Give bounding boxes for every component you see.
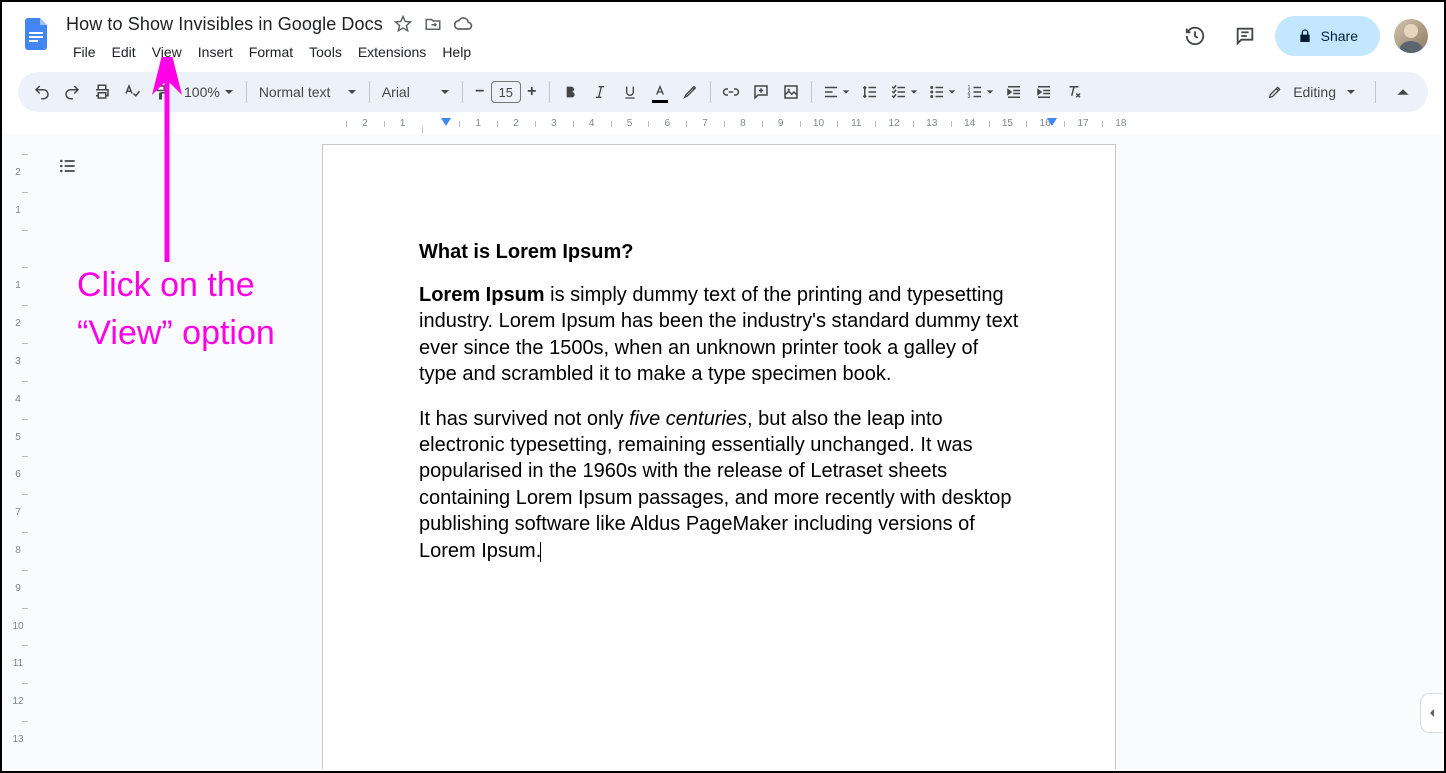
insert-link-button[interactable] [717, 78, 745, 106]
font-size-control: − + [469, 80, 543, 104]
comments-icon[interactable] [1225, 16, 1265, 56]
cloud-status-icon[interactable] [453, 14, 473, 34]
text-cursor [540, 542, 541, 562]
add-comment-button[interactable] [747, 78, 775, 106]
increase-font-size-button[interactable]: + [521, 80, 543, 104]
print-button[interactable] [88, 78, 116, 106]
align-button[interactable] [818, 78, 854, 106]
title-area: How to Show Invisibles in Google Docs Fi… [66, 10, 1163, 64]
numbered-list-button[interactable]: 123 [962, 78, 998, 106]
lock-icon [1297, 28, 1313, 44]
ruler-first-line-indent[interactable] [441, 118, 451, 126]
separator [710, 81, 711, 103]
increase-indent-button[interactable] [1030, 78, 1058, 106]
underline-button[interactable] [616, 78, 644, 106]
side-panel-toggle[interactable] [1420, 693, 1442, 733]
separator [369, 81, 370, 103]
docs-logo[interactable] [18, 10, 54, 58]
separator [549, 81, 550, 103]
header-right: Share [1175, 10, 1428, 56]
document-page[interactable]: What is Lorem Ipsum? Lorem Ipsum is simp… [322, 144, 1116, 769]
checklist-button[interactable] [886, 78, 922, 106]
menu-extensions[interactable]: Extensions [351, 40, 433, 64]
horizontal-ruler[interactable]: 21123456789101112131415161718 [32, 118, 1444, 134]
font-dropdown[interactable]: Arial [376, 78, 456, 106]
separator [246, 81, 247, 103]
bulleted-list-button[interactable] [924, 78, 960, 106]
line-spacing-button[interactable] [856, 78, 884, 106]
menu-file[interactable]: File [66, 40, 103, 64]
share-button[interactable]: Share [1275, 16, 1380, 56]
share-label: Share [1321, 28, 1358, 44]
content-paragraph-2: It has survived not only five centuries,… [419, 406, 1019, 564]
history-icon[interactable] [1175, 16, 1215, 56]
menu-format[interactable]: Format [242, 40, 300, 64]
clear-formatting-button[interactable] [1060, 78, 1088, 106]
pencil-icon [1267, 84, 1283, 100]
editing-mode-dropdown[interactable]: Editing [1252, 76, 1369, 108]
paint-format-button[interactable] [148, 78, 176, 106]
collapse-toolbar-button[interactable] [1388, 77, 1418, 107]
menu-insert[interactable]: Insert [191, 40, 240, 64]
menu-view[interactable]: View [145, 40, 189, 64]
menu-edit[interactable]: Edit [105, 40, 143, 64]
text-color-button[interactable] [646, 78, 674, 106]
separator [811, 81, 812, 103]
document-canvas[interactable]: What is Lorem Ipsum? Lorem Ipsum is simp… [32, 134, 1442, 769]
undo-button[interactable] [28, 78, 56, 106]
toolbar-container: 100% Normal text Arial − + 123 Editi [2, 64, 1444, 112]
svg-text:3: 3 [967, 94, 970, 100]
italic-button[interactable] [586, 78, 614, 106]
account-avatar[interactable] [1394, 19, 1428, 53]
spellcheck-button[interactable] [118, 78, 146, 106]
toolbar: 100% Normal text Arial − + 123 Editi [18, 72, 1428, 112]
content-heading: What is Lorem Ipsum? [419, 241, 1019, 264]
document-title[interactable]: How to Show Invisibles in Google Docs [66, 14, 383, 35]
highlight-color-button[interactable] [676, 78, 704, 106]
content-paragraph-1: Lorem Ipsum is simply dummy text of the … [419, 282, 1019, 388]
workspace: 2112345678910111213 What is Lorem Ipsum?… [4, 134, 1442, 769]
zoom-dropdown[interactable]: 100% [178, 78, 240, 106]
menu-bar: File Edit View Insert Format Tools Exten… [66, 40, 1163, 64]
separator [1375, 81, 1376, 103]
header-bar: How to Show Invisibles in Google Docs Fi… [2, 2, 1444, 64]
font-size-input[interactable] [491, 81, 521, 103]
bold-button[interactable] [556, 78, 584, 106]
insert-image-button[interactable] [777, 78, 805, 106]
redo-button[interactable] [58, 78, 86, 106]
move-icon[interactable] [423, 14, 443, 34]
paragraph-style-dropdown[interactable]: Normal text [253, 78, 363, 106]
ruler-right-indent[interactable] [1047, 118, 1057, 126]
star-icon[interactable] [393, 14, 413, 34]
separator [462, 81, 463, 103]
menu-help[interactable]: Help [435, 40, 478, 64]
decrease-font-size-button[interactable]: − [469, 80, 491, 104]
decrease-indent-button[interactable] [1000, 78, 1028, 106]
vertical-ruler[interactable]: 2112345678910111213 [4, 134, 32, 769]
menu-tools[interactable]: Tools [302, 40, 349, 64]
show-outline-button[interactable] [50, 148, 86, 184]
